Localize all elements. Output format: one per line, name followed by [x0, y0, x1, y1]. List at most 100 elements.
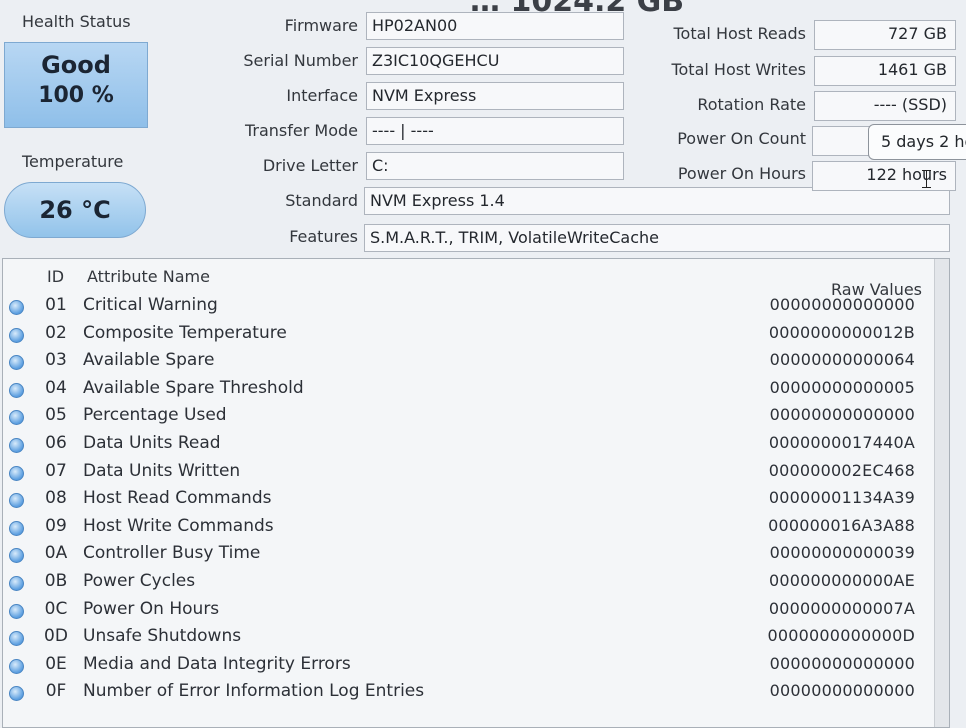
attribute-id: 01	[45, 295, 67, 315]
raw-value: 0000000000012B	[768, 322, 915, 342]
total-host-writes-label: Total Host Writes	[671, 60, 806, 79]
power-on-hours-field[interactable]: 122 hours	[812, 161, 956, 191]
raw-value: 00000000000039	[769, 543, 915, 563]
status-dot-icon	[9, 438, 24, 453]
raw-value: 00000000000000	[769, 653, 915, 673]
raw-value: 000000016A3A88	[768, 515, 915, 535]
standard-field[interactable]: NVM Express 1.4	[364, 187, 950, 215]
health-status-value: Good	[41, 51, 111, 79]
attribute-id: 02	[45, 322, 67, 343]
status-dot-icon	[9, 520, 24, 536]
attribute-id: 08	[45, 488, 67, 509]
raw-value: 00000000000000	[769, 295, 915, 314]
status-dot-icon	[9, 603, 24, 619]
attribute-id: 07	[45, 460, 67, 481]
attribute-name: Available Spare Threshold	[83, 377, 304, 398]
total-host-writes-field[interactable]: 1461 GB	[814, 56, 956, 86]
status-dot-icon	[9, 576, 24, 591]
temperature-badge[interactable]: 26 °C	[4, 182, 146, 238]
table-row[interactable]: 04 Available Spare Threshold 0000000000000…	[3, 376, 949, 403]
table-row[interactable]: 05 Percentage Used 00000000000000	[3, 403, 949, 430]
table-row[interactable]: 0A Controller Busy Time 00000000000039	[3, 541, 949, 568]
table-row[interactable]: 08 Host Read Commands 00000001134A39	[3, 486, 949, 513]
text-cursor-icon	[922, 170, 931, 190]
table-scrollbar[interactable]	[934, 259, 949, 727]
interface-label: Interface	[286, 86, 358, 105]
raw-value: 00000001134A39	[768, 488, 915, 508]
status-dot-icon	[9, 382, 24, 398]
table-row[interactable]: 01 Critical Warning 00000000000000	[3, 293, 949, 320]
attribute-name: Controller Busy Time	[83, 543, 261, 564]
attribute-name: Data Units Read	[83, 433, 221, 453]
total-host-reads-field[interactable]: 727 GB	[814, 20, 956, 50]
table-row[interactable]: 07 Data Units Written 000000002EC468	[3, 459, 949, 486]
attribute-name: Power On Hours	[83, 598, 220, 619]
column-header-attribute-name[interactable]: Attribute Name	[87, 267, 210, 286]
temperature-label: Temperature	[22, 152, 124, 171]
features-field[interactable]: S.M.A.R.T., TRIM, VolatileWriteCache	[364, 224, 950, 252]
table-row[interactable]: 0E Media and Data Integrity Errors 0000000…	[3, 652, 949, 679]
column-header-id[interactable]: ID	[47, 267, 64, 286]
status-dot-icon	[9, 355, 24, 371]
raw-value: 00000000000064	[769, 350, 915, 370]
attribute-name: Available Spare	[83, 350, 215, 371]
attribute-id: 03	[45, 350, 67, 371]
smart-attribute-table[interactable]: ID Attribute Name Raw Values 01 Critical …	[2, 258, 950, 728]
table-row[interactable]: 09 Host Write Commands 000000016A3A88	[3, 514, 949, 541]
firmware-label: Firmware	[284, 16, 358, 35]
attribute-name: Data Units Written	[83, 460, 241, 481]
status-dot-icon	[9, 410, 24, 426]
table-row[interactable]: 0D Unsafe Shutdowns 0000000000000D	[3, 624, 949, 651]
attribute-name: Number of Error Information Log Entries	[83, 681, 425, 702]
rotation-rate-label: Rotation Rate	[697, 95, 806, 114]
attribute-id: 0F	[45, 681, 67, 702]
drive-letter-label: Drive Letter	[262, 156, 358, 175]
raw-value: 000000002EC468	[768, 460, 915, 480]
attribute-name: Composite Temperature	[83, 322, 287, 343]
attribute-name: Power Cycles	[83, 571, 196, 591]
standard-label: Standard	[285, 191, 358, 210]
status-dot-icon	[9, 300, 24, 315]
serial-number-field[interactable]: Z3IC10QGEHCU	[366, 47, 624, 75]
table-row[interactable]: 06 Data Units Read 0000000017440A	[3, 431, 949, 458]
drive-letter-field[interactable]: C:	[366, 152, 624, 180]
table-row[interactable]: 0F Number of Error Information Log Entrie…	[3, 679, 949, 706]
raw-value: 0000000000000D	[767, 626, 915, 646]
attribute-id: 09	[45, 515, 67, 536]
attribute-id: 0D	[44, 626, 68, 647]
power-on-count-label: Power On Count	[677, 129, 806, 148]
table-row[interactable]: 0C Power On Hours 0000000000007A	[3, 597, 949, 624]
transfer-mode-field[interactable]: ---- | ----	[366, 117, 624, 145]
attribute-name: Percentage Used	[83, 405, 227, 426]
table-row[interactable]: 02 Composite Temperature 0000000000012B	[3, 321, 949, 348]
firmware-field[interactable]: HP02AN00	[366, 12, 624, 40]
status-dot-icon	[9, 631, 24, 647]
raw-value: 00000000000000	[769, 681, 915, 701]
attribute-id: 0C	[44, 598, 68, 619]
attribute-name: Host Write Commands	[83, 515, 274, 536]
features-label: Features	[289, 227, 358, 246]
attribute-name: Unsafe Shutdowns	[83, 626, 242, 647]
status-dot-icon	[9, 327, 24, 343]
table-row[interactable]: 0B Power Cycles 000000000000AE	[3, 569, 949, 596]
raw-value: 00000000000000	[769, 405, 915, 425]
raw-value: 0000000000007A	[768, 598, 915, 618]
health-status-badge[interactable]: Good 100 %	[4, 42, 148, 128]
attribute-id: 0B	[44, 571, 68, 591]
raw-value: 00000000000005	[769, 377, 915, 397]
power-on-tooltip: 5 days 2 ho	[868, 124, 966, 160]
raw-value: 000000000000AE	[768, 571, 915, 590]
health-status-label: Health Status	[22, 12, 131, 31]
attribute-name: Media and Data Integrity Errors	[83, 653, 351, 674]
temperature-value: 26 °C	[39, 196, 111, 224]
rotation-rate-field[interactable]: ---- (SSD)	[814, 91, 956, 121]
attribute-id: 05	[45, 405, 67, 426]
total-host-reads-label: Total Host Reads	[673, 24, 806, 43]
status-dot-icon	[9, 658, 24, 674]
attribute-name: Host Read Commands	[83, 488, 272, 509]
interface-field[interactable]: NVM Express	[366, 82, 624, 110]
status-dot-icon	[9, 686, 24, 702]
serial-label: Serial Number	[243, 51, 358, 70]
attribute-id: 04	[45, 377, 67, 398]
table-row[interactable]: 03 Available Spare 00000000000064	[3, 348, 949, 375]
